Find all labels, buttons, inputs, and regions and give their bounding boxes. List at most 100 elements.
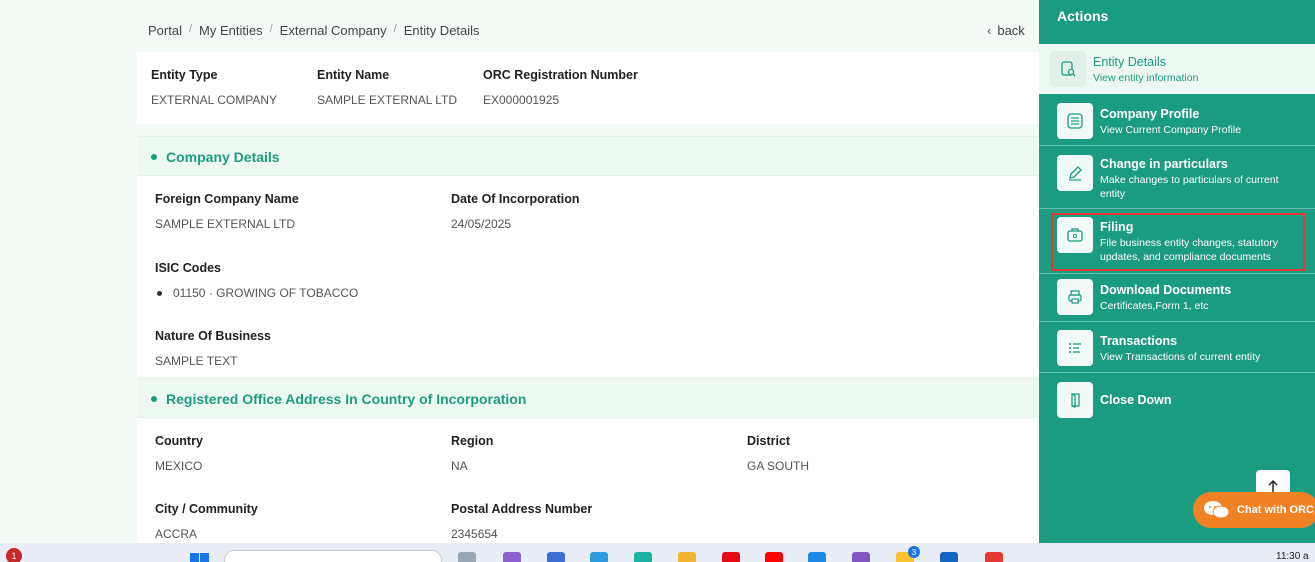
field-value: MEXICO [155, 459, 203, 473]
taskbar-clock[interactable]: 11:30 a [1276, 551, 1309, 562]
app-badge: 3 [908, 546, 920, 558]
main-content: Portal / My Entities / External Company … [0, 0, 1039, 543]
field-label: City / Community [155, 502, 258, 516]
taskbar-app-icon[interactable]: 3 [896, 546, 920, 562]
action-close-down[interactable]: Close Down [1039, 374, 1315, 426]
action-subtitle: Make changes to particulars of current e… [1100, 174, 1279, 200]
pencil-icon [1057, 155, 1093, 191]
action-text: Change in particulars Make changes to pa… [1100, 157, 1300, 201]
entity-type-value: EXTERNAL COMPANY [151, 93, 278, 107]
taskbar-app-icon[interactable] [940, 552, 958, 562]
taskbar-app-icon[interactable] [852, 552, 870, 562]
printer-icon [1057, 279, 1093, 315]
orc-number: ORC Registration Number EX000001925 [483, 68, 638, 107]
country: Country MEXICO [155, 434, 203, 473]
entity-type: Entity Type EXTERNAL COMPANY [151, 68, 277, 107]
field-value: ACCRA [155, 527, 198, 541]
isic-list: 01150 · GROWING OF TOBACCO [155, 286, 358, 300]
list-item: 01150 · GROWING OF TOBACCO [155, 286, 358, 300]
field-label: ISIC Codes [155, 261, 221, 275]
postal-address-number: Postal Address Number 2345654 [451, 502, 592, 541]
field-value: 2345654 [451, 527, 498, 541]
action-subtitle: View Current Company Profile [1100, 124, 1242, 136]
folder-icon[interactable] [678, 552, 696, 562]
arrow-up-icon [1268, 479, 1278, 492]
action-text: Company Profile View Current Company Pro… [1100, 107, 1300, 137]
field-value: 24/05/2025 [451, 217, 512, 231]
taskbar-app-icon[interactable] [590, 552, 608, 562]
chat-with-orc-button[interactable]: Chat with ORC [1193, 492, 1315, 528]
action-text: Entity Details View entity information [1093, 55, 1293, 85]
action-title: Change in particulars [1100, 157, 1228, 171]
breadcrumb: Portal / My Entities / External Company … [148, 23, 480, 38]
document-search-icon [1050, 51, 1086, 87]
netflix-icon[interactable] [722, 552, 740, 562]
door-icon [1057, 382, 1093, 418]
entity-name-value: SAMPLE EXTERNAL LTD [317, 93, 458, 107]
action-change-in-particulars[interactable]: Change in particulars Make changes to pa… [1039, 147, 1315, 209]
vscode-icon[interactable] [808, 552, 826, 562]
field-label: Nature Of Business [155, 329, 272, 343]
edge-icon[interactable] [634, 552, 652, 562]
foreign-company-name: Foreign Company Name SAMPLE EXTERNAL LTD [155, 192, 299, 231]
action-subtitle: View entity information [1093, 72, 1199, 84]
chrome-icon[interactable] [985, 552, 1003, 562]
field-label: District [747, 434, 791, 448]
company-details-header: Company Details [137, 136, 1039, 176]
entity-name: Entity Name SAMPLE EXTERNAL LTD [317, 68, 457, 107]
taskbar-search-box[interactable] [224, 550, 442, 562]
action-transactions[interactable]: Transactions View Transactions of curren… [1039, 323, 1315, 373]
taskbar-app-icon[interactable] [458, 552, 476, 562]
windows-start-icon[interactable] [190, 553, 210, 562]
actions-sidebar: Actions Entity Details View entity infor… [1039, 0, 1315, 543]
date-of-incorporation: Date Of Incorporation 24/05/2025 [451, 192, 579, 231]
isic-codes: ISIC Codes 01150 · GROWING OF TOBACCO [155, 261, 358, 300]
breadcrumb-separator: / [188, 23, 193, 35]
field-value: GA SOUTH [747, 459, 810, 473]
entity-type-label: Entity Type [151, 68, 218, 82]
chat-label: Chat with ORC [1237, 504, 1314, 516]
field-label: Foreign Company Name [155, 192, 299, 206]
breadcrumb-current: Entity Details [403, 23, 480, 38]
action-company-profile[interactable]: Company Profile View Current Company Pro… [1039, 96, 1315, 146]
action-title: Download Documents [1100, 283, 1232, 297]
action-text: Transactions View Transactions of curren… [1100, 334, 1300, 364]
action-title: Entity Details [1093, 55, 1166, 69]
taskbar-app-icon[interactable] [547, 552, 565, 562]
actions-title: Actions [1057, 8, 1109, 24]
list-check-icon [1057, 330, 1093, 366]
registered-office-card: Registered Office Address In Country of … [137, 378, 1039, 543]
breadcrumb-separator: / [269, 23, 273, 35]
action-title: Close Down [1100, 393, 1172, 407]
filing-highlight-box [1051, 213, 1305, 271]
action-title: Company Profile [1100, 107, 1200, 121]
action-entity-details[interactable]: Entity Details View entity information [1039, 44, 1315, 94]
breadcrumb-separator: / [393, 23, 397, 35]
nature-of-business: Nature Of Business SAMPLE TEXT [155, 329, 271, 368]
field-label: Date Of Incorporation [451, 192, 580, 206]
action-title: Transactions [1100, 334, 1178, 348]
entity-name-label: Entity Name [317, 68, 390, 82]
taskbar-app-icon[interactable] [503, 552, 521, 562]
field-value: SAMPLE TEXT [155, 354, 238, 368]
notification-badge[interactable]: 1 [6, 548, 22, 562]
breadcrumb-external-company[interactable]: External Company [280, 23, 387, 38]
bullet-dot [151, 396, 157, 402]
back-label: back [997, 23, 1025, 38]
orc-number-label: ORC Registration Number [483, 68, 638, 82]
action-download-documents[interactable]: Download Documents Certificates,Form 1, … [1039, 274, 1315, 322]
orc-number-value: EX000001925 [483, 93, 560, 107]
action-subtitle: View Transactions of current entity [1100, 351, 1261, 363]
breadcrumb-portal[interactable]: Portal [148, 23, 182, 38]
chat-bubble-icon [1204, 501, 1230, 519]
field-label: Region [451, 434, 494, 448]
breadcrumb-my-entities[interactable]: My Entities [199, 23, 263, 38]
back-link[interactable]: ‹ back [987, 23, 1025, 38]
district: District GA SOUTH [747, 434, 809, 473]
company-details-card: Company Details Foreign Company Name SAM… [137, 136, 1039, 376]
windows-taskbar: 1 3 11:30 a [0, 543, 1315, 562]
youtube-icon[interactable] [765, 552, 783, 562]
action-text: Download Documents Certificates,Form 1, … [1100, 283, 1300, 313]
bullet-dot [151, 154, 157, 160]
region: Region NA [451, 434, 493, 473]
